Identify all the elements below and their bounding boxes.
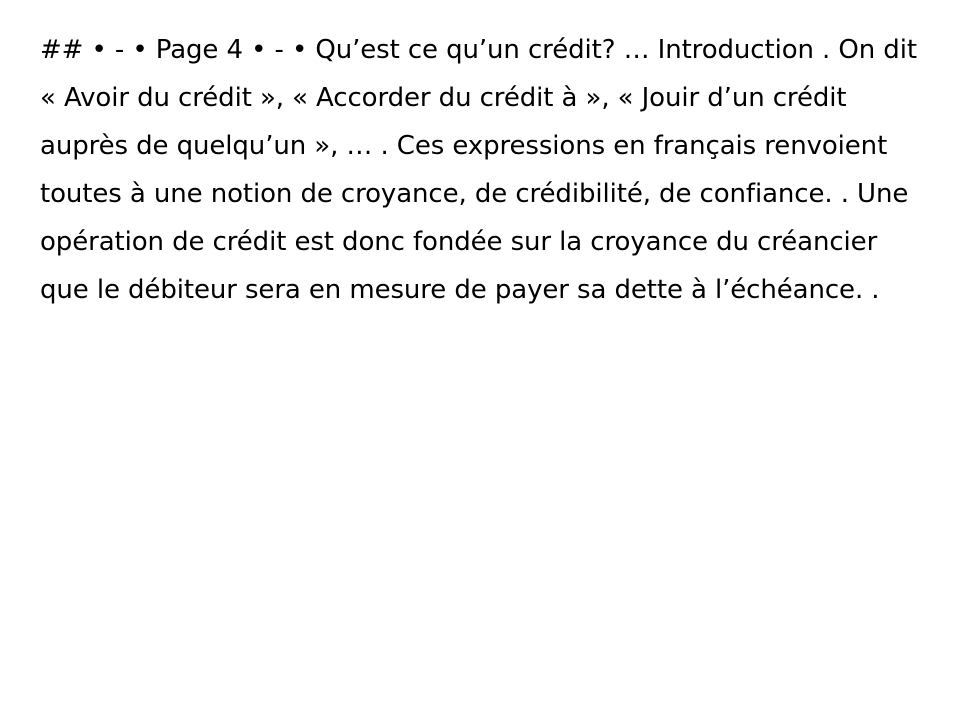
slide: ## • - • Page 4 • - • Qu’est ce qu’un cr…: [0, 0, 960, 720]
slide-body-text: ## • - • Page 4 • - • Qu’est ce qu’un cr…: [40, 35, 917, 305]
